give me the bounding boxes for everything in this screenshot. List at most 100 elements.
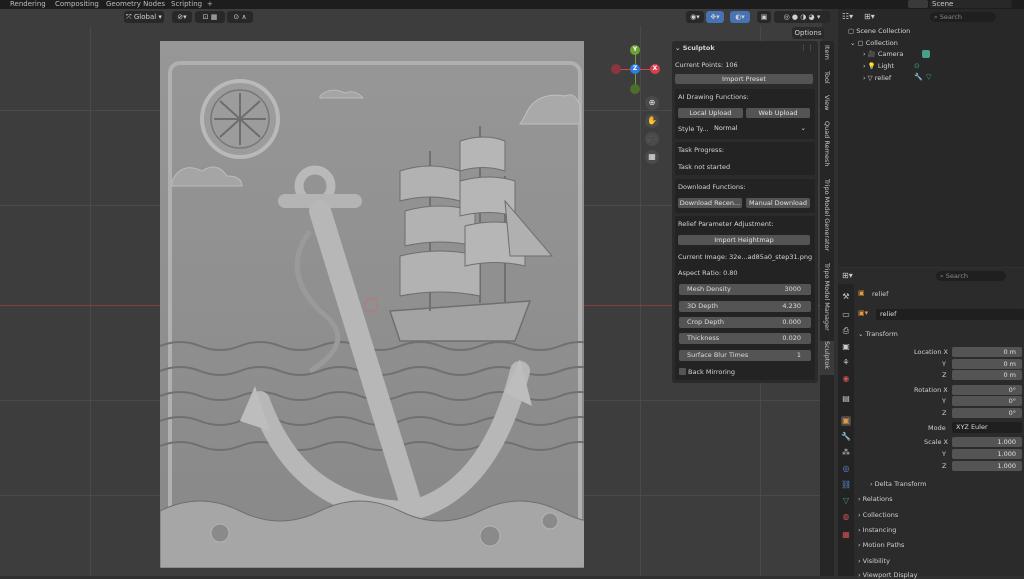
tab-tripo-model-generator[interactable]: Tripo Model Generator bbox=[820, 179, 834, 259]
pivot-point-button[interactable]: ⊘▾ bbox=[172, 11, 192, 23]
gizmo-x-negative[interactable] bbox=[611, 64, 621, 74]
mesh-density-field[interactable]: Mesh Density 3000 bbox=[679, 284, 811, 295]
relations-header[interactable]: › Relations bbox=[858, 495, 893, 503]
transform-panel-header[interactable]: ⌄ Transform bbox=[858, 330, 898, 338]
data-tab-icon[interactable]: ▽ bbox=[841, 496, 851, 506]
delta-transform-header[interactable]: › Delta Transform bbox=[870, 480, 926, 488]
scale-z-field[interactable]: 1.000 bbox=[952, 461, 1022, 471]
proportional-edit-button[interactable]: ⊙ ∧ bbox=[227, 11, 253, 23]
tool-tab-icon[interactable]: ⚒ bbox=[841, 292, 851, 302]
properties-search-input[interactable]: ⌕ Search bbox=[936, 271, 1006, 281]
thickness-field[interactable]: Thickness 0.020 bbox=[679, 333, 811, 344]
tab-scripting[interactable]: Scripting bbox=[171, 0, 202, 9]
gizmo-toggle[interactable]: ✥▾ bbox=[706, 11, 724, 23]
3d-depth-field[interactable]: 3D Depth 4.230 bbox=[679, 301, 811, 312]
texture-tab-icon[interactable]: ▦ bbox=[841, 530, 851, 540]
scale-y-field[interactable]: 1.000 bbox=[952, 449, 1022, 459]
outliner-item-relief[interactable]: › ▽ relief bbox=[863, 73, 891, 83]
scene-selector[interactable]: Scene bbox=[930, 0, 1012, 8]
outliner-editor-icon[interactable]: ☷▾ bbox=[842, 12, 853, 21]
scale-x-field[interactable]: 1.000 bbox=[952, 437, 1022, 447]
location-z-field[interactable]: 0 m bbox=[952, 370, 1022, 380]
import-preset-button[interactable]: Import Preset bbox=[675, 74, 813, 84]
navigation-gizmo[interactable]: Y X Z bbox=[610, 44, 665, 99]
outliner-search-input[interactable]: ⌕ Search bbox=[930, 12, 996, 22]
output-tab-icon[interactable]: ⎙ bbox=[841, 326, 851, 336]
drag-handle-icon[interactable]: ⋮⋮ bbox=[800, 44, 814, 52]
camera-data-icon[interactable] bbox=[922, 50, 930, 58]
tab-rendering[interactable]: Rendering bbox=[10, 0, 46, 9]
scene-icon[interactable] bbox=[908, 0, 928, 8]
tab-item[interactable]: Item bbox=[820, 45, 834, 69]
mesh-data-icon[interactable]: ▽ bbox=[926, 73, 931, 81]
properties-editor-icon[interactable]: ⊞▾ bbox=[842, 271, 853, 280]
perspective-grid-icon[interactable]: ▦ bbox=[645, 150, 659, 164]
collection-item[interactable]: ⌄ ▢ Collection bbox=[850, 38, 898, 48]
rotation-x-field[interactable]: 0° bbox=[952, 385, 1022, 395]
tab-compositing[interactable]: Compositing bbox=[55, 0, 99, 9]
manual-download-button[interactable]: Manual Download bbox=[746, 198, 810, 208]
tab-tripo-model-manager[interactable]: Tripo Model Manager bbox=[820, 263, 834, 339]
world-tab-icon[interactable]: ◉ bbox=[841, 374, 851, 384]
constraints-tab-icon[interactable]: ⛓ bbox=[841, 480, 851, 490]
gizmo-x-positive[interactable]: X bbox=[650, 64, 660, 74]
collections-header[interactable]: › Collections bbox=[858, 511, 898, 519]
web-upload-button[interactable]: Web Upload bbox=[746, 108, 810, 118]
viewport-display-header[interactable]: › Viewport Display bbox=[858, 571, 917, 579]
add-workspace-button[interactable]: + bbox=[207, 0, 213, 9]
gizmo-z-positive[interactable]: Z bbox=[630, 64, 640, 74]
display-mode-icon[interactable]: ⊞▾ bbox=[864, 12, 875, 21]
style-type-dropdown[interactable]: Normal ⌄ bbox=[710, 123, 810, 134]
location-x-field[interactable]: 0 m bbox=[952, 347, 1022, 357]
zoom-icon[interactable]: ⊕ bbox=[645, 96, 659, 110]
xray-toggle[interactable]: ▣ bbox=[757, 11, 771, 23]
visibility-button[interactable]: ◉▾ bbox=[686, 11, 704, 23]
surface-blur-times-field[interactable]: Surface Blur Times 1 bbox=[679, 350, 811, 361]
sculptok-panel-header[interactable]: ⌄ Sculptok bbox=[675, 44, 715, 52]
modifier-wrench-icon[interactable]: 🔧 bbox=[914, 73, 923, 81]
scene-tab-icon[interactable]: ⚘ bbox=[841, 358, 851, 368]
gizmo-y-positive[interactable]: Y bbox=[630, 45, 640, 55]
pan-hand-icon[interactable]: ✋ bbox=[645, 114, 659, 128]
import-heightmap-button[interactable]: Import Heightmap bbox=[678, 235, 810, 245]
transform-orientation-dropdown[interactable]: ⤧ Global ▾ bbox=[124, 11, 164, 23]
visibility-header[interactable]: › Visibility bbox=[858, 557, 890, 565]
overlays-toggle[interactable]: ◐▾ bbox=[730, 11, 750, 23]
tab-sculptok[interactable]: Sculptok bbox=[820, 341, 834, 375]
object-tab-icon[interactable]: ▣ bbox=[841, 416, 851, 426]
render-tab-icon[interactable]: ▭ bbox=[841, 310, 851, 320]
outliner-item-light[interactable]: › 💡 Light bbox=[863, 61, 894, 71]
back-mirroring-checkbox[interactable] bbox=[679, 368, 686, 375]
modifier-tab-icon[interactable]: 🔧 bbox=[841, 432, 851, 442]
view-layer-tab-icon[interactable]: ▣ bbox=[841, 342, 851, 352]
rotation-y-field[interactable]: 0° bbox=[952, 396, 1022, 406]
tab-quad-remesh[interactable]: Quad Remesh bbox=[820, 121, 834, 173]
rotation-mode-dropdown[interactable]: XYZ Euler bbox=[952, 422, 1022, 433]
material-tab-icon[interactable]: ◍ bbox=[841, 512, 851, 522]
location-y-field[interactable]: 0 m bbox=[952, 359, 1022, 369]
outliner-item-camera[interactable]: › 🎥 Camera bbox=[863, 49, 903, 59]
collection-tab-icon[interactable]: ▤ bbox=[841, 394, 851, 404]
shading-modes[interactable]: ◎ ● ◑ ◕ ▾ bbox=[774, 11, 830, 23]
download-recent-button[interactable]: Download Recen... bbox=[678, 198, 742, 208]
rotation-z-field[interactable]: 0° bbox=[952, 408, 1022, 418]
tab-view[interactable]: View bbox=[820, 95, 834, 117]
motion-paths-header[interactable]: › Motion Paths bbox=[858, 541, 904, 549]
scene-collection-item[interactable]: ▢ Scene Collection bbox=[848, 26, 910, 36]
instancing-header[interactable]: › Instancing bbox=[858, 526, 896, 534]
tab-geometry-nodes[interactable]: Geometry Nodes bbox=[106, 0, 165, 9]
3d-cursor[interactable] bbox=[364, 298, 378, 312]
snapping-button[interactable]: ⊡ ▦ bbox=[195, 11, 225, 23]
object-type-icon[interactable]: ▣▾ bbox=[858, 309, 868, 317]
gizmo-y-negative[interactable] bbox=[630, 84, 640, 94]
object-name-field[interactable]: relief bbox=[876, 309, 1024, 320]
overlays-icon: ◐▾ bbox=[735, 13, 745, 21]
camera-view-icon[interactable]: 🎥 bbox=[645, 132, 659, 146]
tab-tool[interactable]: Tool bbox=[820, 71, 834, 93]
crop-depth-field[interactable]: Crop Depth 0.000 bbox=[679, 317, 811, 328]
particles-tab-icon[interactable]: ⁂ bbox=[841, 448, 851, 458]
local-upload-button[interactable]: Local Upload bbox=[678, 108, 743, 118]
physics-tab-icon[interactable]: ◎ bbox=[841, 464, 851, 474]
light-data-icon[interactable]: ⊙ bbox=[914, 62, 920, 70]
options-dropdown[interactable]: Options bbox=[792, 27, 824, 39]
